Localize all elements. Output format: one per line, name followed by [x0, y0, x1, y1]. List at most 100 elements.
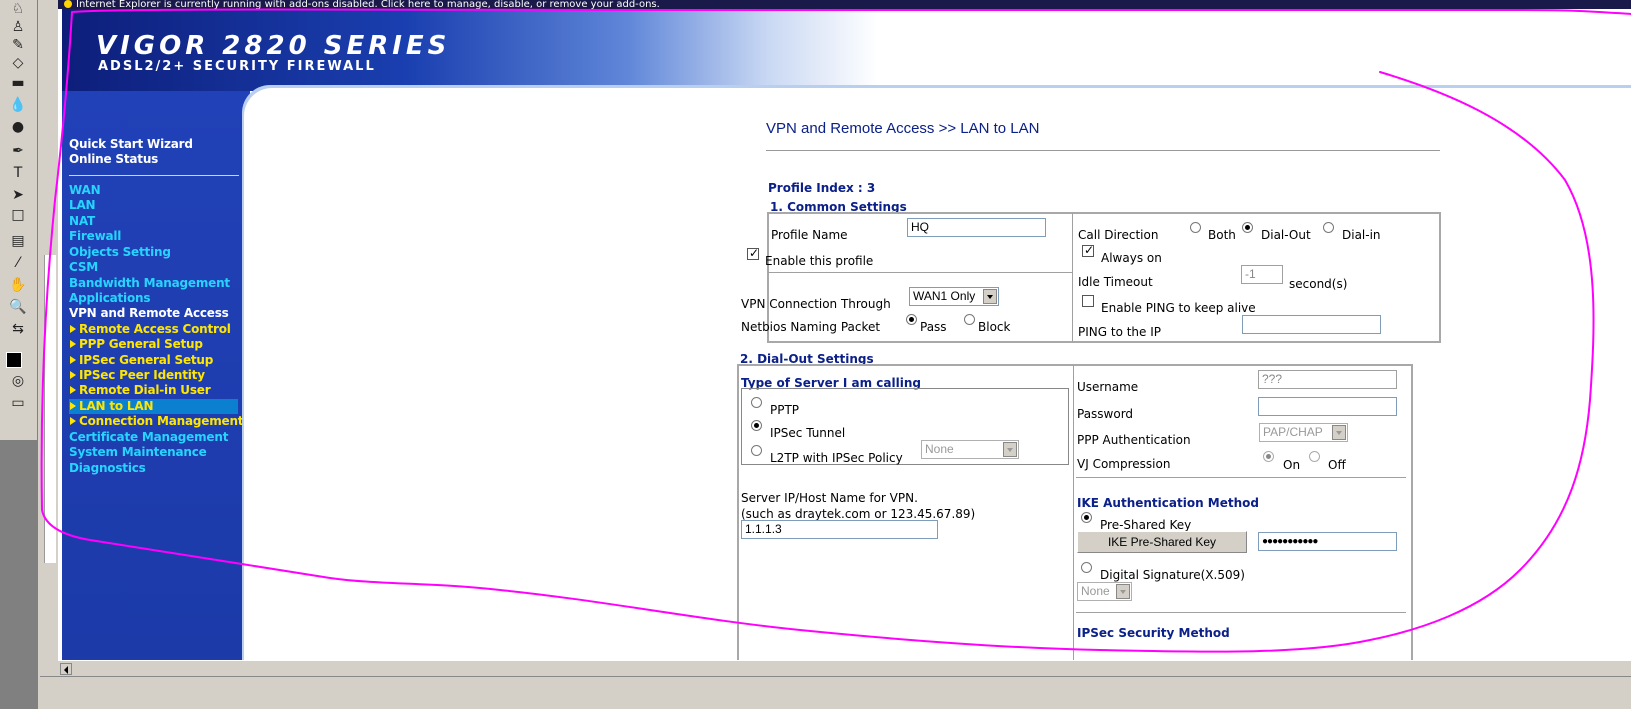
vpn-through-value: WAN1 Only	[913, 289, 976, 303]
type-icon[interactable]: T	[6, 164, 30, 182]
nav-bandwidth-management[interactable]: Bandwidth Management	[69, 276, 230, 291]
ipsec-tunnel-label: IPSec Tunnel	[770, 426, 846, 440]
call-direction-label: Call Direction	[1078, 228, 1159, 242]
status-bar	[40, 676, 1631, 709]
nav-diagnostics[interactable]: Diagnostics	[69, 461, 146, 476]
direction-dialin-radio[interactable]	[1323, 222, 1334, 233]
enable-ping-checkbox[interactable]	[1082, 295, 1094, 307]
password-input[interactable]	[1258, 397, 1397, 416]
enable-profile-label: Enable this profile	[765, 254, 874, 268]
username-input[interactable]: ???	[1258, 370, 1397, 389]
nav-ipsec-general-setup[interactable]: IPSec General Setup	[69, 353, 213, 368]
ike-method-heading: IKE Authentication Method	[1077, 496, 1259, 510]
nav-system-maintenance[interactable]: System Maintenance	[69, 445, 207, 460]
vj-off-radio[interactable]	[1309, 451, 1320, 462]
vj-on-label: On	[1283, 458, 1301, 472]
digital-signature-value: None	[1081, 584, 1110, 598]
digital-signature-radio[interactable]	[1081, 562, 1092, 573]
profile-name-input[interactable]: HQ	[907, 218, 1046, 237]
notes-icon[interactable]: ▤	[6, 232, 30, 250]
foreground-color-swatch[interactable]	[6, 352, 22, 368]
eraser-icon[interactable]: ◇	[6, 54, 30, 72]
l2tp-policy-value: None	[925, 442, 954, 456]
nav-lan-to-lan[interactable]: LAN to LAN	[69, 399, 238, 414]
nav-online-status[interactable]: Online Status	[69, 152, 158, 167]
scroll-left-icon[interactable]	[60, 663, 72, 675]
pen-icon[interactable]: ✒	[6, 142, 30, 160]
horizontal-scrollbar[interactable]	[58, 660, 1631, 676]
netbios-pass-radio[interactable]	[906, 314, 917, 325]
ike-key-input[interactable]: ●●●●●●●●●●●	[1258, 532, 1397, 551]
vj-off-label: Off	[1328, 458, 1346, 472]
nav-objects-setting[interactable]: Objects Setting	[69, 245, 171, 260]
quick-mask-icon[interactable]: ◎	[6, 372, 30, 390]
pptp-radio[interactable]	[751, 397, 762, 408]
shape-icon[interactable]: □	[6, 206, 30, 224]
nav-certificate-management[interactable]: Certificate Management	[69, 430, 228, 445]
stamp-icon[interactable]: ♙	[6, 18, 30, 36]
history-brush-icon[interactable]: ✎	[6, 36, 30, 54]
nav-remote-dial-in-user[interactable]: Remote Dial-in User	[69, 383, 211, 398]
screen-mode-icon[interactable]: ▭	[6, 394, 30, 412]
infobar-message: Internet Explorer is currently running w…	[76, 0, 660, 9]
vj-on-radio[interactable]	[1263, 451, 1274, 462]
nav-quick-start-wizard[interactable]: Quick Start Wizard	[69, 137, 193, 152]
server-ip-hint: (such as draytek.com or 123.45.67.89)	[741, 507, 976, 521]
digital-signature-select[interactable]: None	[1077, 582, 1132, 601]
l2tp-radio[interactable]	[751, 445, 762, 456]
clone-stamp-icon[interactable]: ♘	[6, 0, 30, 18]
chevron-down-icon	[983, 289, 997, 304]
swap-colors-icon[interactable]: ⇆	[6, 320, 30, 338]
l2tp-policy-select[interactable]: None	[921, 440, 1019, 459]
ipsec-tunnel-radio[interactable]	[751, 420, 762, 431]
ie-information-bar[interactable]: Internet Explorer is currently running w…	[58, 0, 1631, 9]
ping-ip-input[interactable]	[1242, 315, 1381, 334]
dodge-icon[interactable]: ●	[6, 118, 30, 136]
vpn-through-select[interactable]: WAN1 Only	[909, 287, 999, 306]
blur-icon[interactable]: 💧	[6, 96, 30, 114]
enable-profile-checkbox[interactable]	[747, 246, 759, 260]
server-ip-input[interactable]: 1.1.1.3	[741, 520, 938, 539]
nav-firewall[interactable]: Firewall	[69, 229, 121, 244]
idle-timeout-label: Idle Timeout	[1078, 275, 1153, 289]
profile-index: Profile Index : 3	[768, 181, 876, 195]
enable-ping-label: Enable PING to keep alive	[1101, 301, 1256, 315]
eyedropper-icon[interactable]: ⁄	[6, 254, 30, 272]
vpn-through-label: VPN Connection Through	[741, 297, 891, 311]
netbios-block-label: Block	[978, 320, 1011, 334]
common-left-rule	[768, 272, 1072, 273]
brand-title: VIGOR 2820 SERIES	[96, 31, 451, 61]
path-select-icon[interactable]: ➤	[6, 186, 30, 204]
netbios-label: Netbios Naming Packet	[741, 320, 881, 334]
gradient-icon[interactable]: ▬	[6, 74, 30, 92]
netbios-block-radio[interactable]	[964, 314, 975, 325]
nav-vpn-remote-access[interactable]: VPN and Remote Access	[69, 306, 229, 321]
password-label: Password	[1077, 407, 1134, 421]
direction-dialin-label: Dial-in	[1342, 228, 1381, 242]
ipsec-method-heading: IPSec Security Method	[1077, 626, 1230, 640]
chevron-down-icon	[1332, 425, 1346, 440]
idle-timeout-input[interactable]: -1	[1241, 265, 1283, 284]
nav-nat[interactable]: NAT	[69, 214, 95, 229]
ppp-auth-select[interactable]: PAP/CHAP	[1259, 423, 1348, 442]
chevron-down-icon	[1003, 442, 1017, 457]
dialout-divider	[1073, 365, 1074, 660]
pre-shared-key-radio[interactable]	[1081, 512, 1092, 523]
ppp-auth-value: PAP/CHAP	[1263, 425, 1323, 439]
hand-icon[interactable]: ✋	[6, 276, 30, 294]
direction-dialout-radio[interactable]	[1242, 222, 1253, 233]
nav-wan[interactable]: WAN	[69, 183, 101, 198]
nav-csm[interactable]: CSM	[69, 260, 98, 275]
nav-ipsec-peer-identity[interactable]: IPSec Peer Identity	[69, 368, 205, 383]
nav-ppp-general-setup[interactable]: PPP General Setup	[69, 337, 203, 352]
ike-pre-shared-key-button[interactable]: IKE Pre-Shared Key	[1077, 531, 1247, 553]
zoom-icon[interactable]: 🔍	[6, 298, 30, 316]
pptp-label: PPTP	[770, 403, 800, 417]
direction-both-label: Both	[1208, 228, 1236, 242]
nav-lan[interactable]: LAN	[69, 198, 96, 213]
nav-applications[interactable]: Applications	[69, 291, 150, 306]
nav-connection-management[interactable]: Connection Management	[69, 414, 244, 429]
always-on-checkbox[interactable]	[1082, 243, 1094, 257]
nav-remote-access-control[interactable]: Remote Access Control	[69, 322, 231, 337]
direction-both-radio[interactable]	[1190, 222, 1201, 233]
